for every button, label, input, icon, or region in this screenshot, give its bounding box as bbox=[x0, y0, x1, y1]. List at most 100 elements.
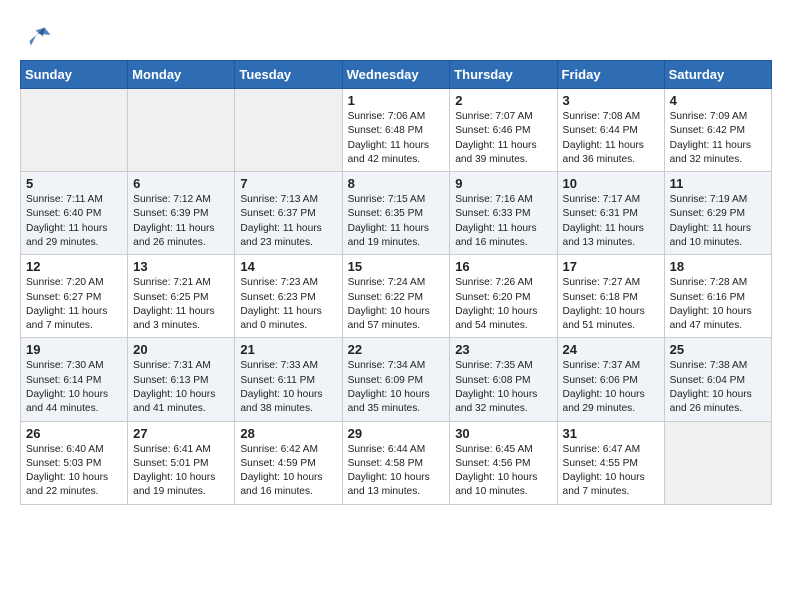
day-info: Sunrise: 7:17 AM Sunset: 6:31 PM Dayligh… bbox=[563, 193, 659, 250]
calendar-cell bbox=[21, 89, 128, 172]
day-number: 22 bbox=[348, 342, 445, 357]
day-number: 13 bbox=[133, 259, 229, 274]
calendar-cell: 7 Sunrise: 7:13 AM Sunset: 6:37 PM Daylig… bbox=[235, 172, 342, 255]
calendar-cell: 22 Sunrise: 7:34 AM Sunset: 6:09 PM Dayli… bbox=[342, 338, 450, 421]
column-header-thursday: Thursday bbox=[450, 61, 557, 89]
calendar-cell: 10 Sunrise: 7:17 AM Sunset: 6:31 PM Dayli… bbox=[557, 172, 664, 255]
calendar-cell bbox=[664, 421, 771, 504]
calendar-cell: 18 Sunrise: 7:28 AM Sunset: 6:16 PM Dayli… bbox=[664, 255, 771, 338]
day-info: Sunrise: 7:34 AM Sunset: 6:09 PM Dayligh… bbox=[348, 359, 445, 416]
calendar-cell: 16 Sunrise: 7:26 AM Sunset: 6:20 PM Dayli… bbox=[450, 255, 557, 338]
day-number: 25 bbox=[670, 342, 766, 357]
day-info: Sunrise: 7:12 AM Sunset: 6:39 PM Dayligh… bbox=[133, 193, 229, 250]
day-number: 10 bbox=[563, 176, 659, 191]
day-number: 20 bbox=[133, 342, 229, 357]
day-number: 7 bbox=[240, 176, 336, 191]
day-info: Sunrise: 7:26 AM Sunset: 6:20 PM Dayligh… bbox=[455, 276, 551, 333]
calendar-week-row: 12 Sunrise: 7:20 AM Sunset: 6:27 PM Dayli… bbox=[21, 255, 772, 338]
calendar-cell: 24 Sunrise: 7:37 AM Sunset: 6:06 PM Dayli… bbox=[557, 338, 664, 421]
day-info: Sunrise: 7:37 AM Sunset: 6:06 PM Dayligh… bbox=[563, 359, 659, 416]
calendar-cell: 2 Sunrise: 7:07 AM Sunset: 6:46 PM Daylig… bbox=[450, 89, 557, 172]
day-number: 3 bbox=[563, 93, 659, 108]
calendar-cell bbox=[235, 89, 342, 172]
calendar-cell: 14 Sunrise: 7:23 AM Sunset: 6:23 PM Dayli… bbox=[235, 255, 342, 338]
day-number: 4 bbox=[670, 93, 766, 108]
day-info: Sunrise: 7:24 AM Sunset: 6:22 PM Dayligh… bbox=[348, 276, 445, 333]
calendar-cell: 21 Sunrise: 7:33 AM Sunset: 6:11 PM Dayli… bbox=[235, 338, 342, 421]
day-info: Sunrise: 7:33 AM Sunset: 6:11 PM Dayligh… bbox=[240, 359, 336, 416]
calendar-cell: 30 Sunrise: 6:45 AM Sunset: 4:56 PM Dayli… bbox=[450, 421, 557, 504]
day-info: Sunrise: 6:41 AM Sunset: 5:01 PM Dayligh… bbox=[133, 443, 229, 500]
calendar-cell: 17 Sunrise: 7:27 AM Sunset: 6:18 PM Dayli… bbox=[557, 255, 664, 338]
column-header-sunday: Sunday bbox=[21, 61, 128, 89]
calendar-cell: 26Sunrise: 6:40 AM Sunset: 5:03 PM Dayli… bbox=[21, 421, 128, 504]
day-info: Sunrise: 7:23 AM Sunset: 6:23 PM Dayligh… bbox=[240, 276, 336, 333]
calendar-cell: 15Sunrise: 7:24 AM Sunset: 6:22 PM Dayli… bbox=[342, 255, 450, 338]
calendar-cell: 19 Sunrise: 7:30 AM Sunset: 6:14 PM Dayli… bbox=[21, 338, 128, 421]
day-number: 24 bbox=[563, 342, 659, 357]
day-number: 26 bbox=[26, 426, 122, 441]
day-number: 5 bbox=[26, 176, 122, 191]
day-info: Sunrise: 7:31 AM Sunset: 6:13 PM Dayligh… bbox=[133, 359, 229, 416]
day-info: Sunrise: 7:13 AM Sunset: 6:37 PM Dayligh… bbox=[240, 193, 336, 250]
calendar-cell: 31 Sunrise: 6:47 AM Sunset: 4:55 PM Dayli… bbox=[557, 421, 664, 504]
day-number: 8 bbox=[348, 176, 445, 191]
calendar-cell: 6 Sunrise: 7:12 AM Sunset: 6:39 PM Daylig… bbox=[128, 172, 235, 255]
calendar-week-row: 19 Sunrise: 7:30 AM Sunset: 6:14 PM Dayli… bbox=[21, 338, 772, 421]
day-info: Sunrise: 7:28 AM Sunset: 6:16 PM Dayligh… bbox=[670, 276, 766, 333]
day-info: Sunrise: 7:19 AM Sunset: 6:29 PM Dayligh… bbox=[670, 193, 766, 250]
day-info: Sunrise: 7:35 AM Sunset: 6:08 PM Dayligh… bbox=[455, 359, 551, 416]
calendar-table: SundayMondayTuesdayWednesdayThursdayFrid… bbox=[20, 60, 772, 505]
day-number: 31 bbox=[563, 426, 659, 441]
calendar-cell: 25 Sunrise: 7:38 AM Sunset: 6:04 PM Dayli… bbox=[664, 338, 771, 421]
day-number: 21 bbox=[240, 342, 336, 357]
column-header-friday: Friday bbox=[557, 61, 664, 89]
day-number: 6 bbox=[133, 176, 229, 191]
calendar-cell: 28 Sunrise: 6:42 AM Sunset: 4:59 PM Dayli… bbox=[235, 421, 342, 504]
day-number: 16 bbox=[455, 259, 551, 274]
calendar-cell: 23 Sunrise: 7:35 AM Sunset: 6:08 PM Dayli… bbox=[450, 338, 557, 421]
day-info: Sunrise: 7:30 AM Sunset: 6:14 PM Dayligh… bbox=[26, 359, 122, 416]
day-number: 12 bbox=[26, 259, 122, 274]
calendar-cell: 11Sunrise: 7:19 AM Sunset: 6:29 PM Dayli… bbox=[664, 172, 771, 255]
page-header bbox=[20, 20, 772, 50]
day-number: 18 bbox=[670, 259, 766, 274]
day-number: 23 bbox=[455, 342, 551, 357]
calendar-week-row: 5Sunrise: 7:11 AM Sunset: 6:40 PM Daylig… bbox=[21, 172, 772, 255]
calendar-cell: 3Sunrise: 7:08 AM Sunset: 6:44 PM Daylig… bbox=[557, 89, 664, 172]
day-info: Sunrise: 7:38 AM Sunset: 6:04 PM Dayligh… bbox=[670, 359, 766, 416]
calendar-week-row: 26Sunrise: 6:40 AM Sunset: 5:03 PM Dayli… bbox=[21, 421, 772, 504]
day-info: Sunrise: 6:42 AM Sunset: 4:59 PM Dayligh… bbox=[240, 443, 336, 500]
day-number: 14 bbox=[240, 259, 336, 274]
calendar-cell: 8Sunrise: 7:15 AM Sunset: 6:35 PM Daylig… bbox=[342, 172, 450, 255]
column-header-monday: Monday bbox=[128, 61, 235, 89]
calendar-cell: 20 Sunrise: 7:31 AM Sunset: 6:13 PM Dayli… bbox=[128, 338, 235, 421]
calendar-cell: 9Sunrise: 7:16 AM Sunset: 6:33 PM Daylig… bbox=[450, 172, 557, 255]
day-number: 27 bbox=[133, 426, 229, 441]
column-header-wednesday: Wednesday bbox=[342, 61, 450, 89]
day-info: Sunrise: 7:07 AM Sunset: 6:46 PM Dayligh… bbox=[455, 110, 551, 167]
day-info: Sunrise: 6:44 AM Sunset: 4:58 PM Dayligh… bbox=[348, 443, 445, 500]
day-info: Sunrise: 7:09 AM Sunset: 6:42 PM Dayligh… bbox=[670, 110, 766, 167]
day-number: 1 bbox=[348, 93, 445, 108]
day-info: Sunrise: 6:47 AM Sunset: 4:55 PM Dayligh… bbox=[563, 443, 659, 500]
day-number: 29 bbox=[348, 426, 445, 441]
day-number: 2 bbox=[455, 93, 551, 108]
day-number: 9 bbox=[455, 176, 551, 191]
calendar-cell bbox=[128, 89, 235, 172]
calendar-cell: 1 Sunrise: 7:06 AM Sunset: 6:48 PM Daylig… bbox=[342, 89, 450, 172]
calendar-cell: 4 Sunrise: 7:09 AM Sunset: 6:42 PM Daylig… bbox=[664, 89, 771, 172]
day-info: Sunrise: 7:27 AM Sunset: 6:18 PM Dayligh… bbox=[563, 276, 659, 333]
calendar-week-row: 1 Sunrise: 7:06 AM Sunset: 6:48 PM Daylig… bbox=[21, 89, 772, 172]
day-number: 19 bbox=[26, 342, 122, 357]
day-number: 17 bbox=[563, 259, 659, 274]
day-number: 30 bbox=[455, 426, 551, 441]
logo-bird-icon bbox=[22, 20, 52, 50]
logo bbox=[20, 20, 52, 50]
day-info: Sunrise: 6:45 AM Sunset: 4:56 PM Dayligh… bbox=[455, 443, 551, 500]
calendar-cell: 27 Sunrise: 6:41 AM Sunset: 5:01 PM Dayli… bbox=[128, 421, 235, 504]
day-info: Sunrise: 7:20 AM Sunset: 6:27 PM Dayligh… bbox=[26, 276, 122, 333]
day-number: 28 bbox=[240, 426, 336, 441]
calendar-cell: 29 Sunrise: 6:44 AM Sunset: 4:58 PM Dayli… bbox=[342, 421, 450, 504]
day-info: Sunrise: 7:06 AM Sunset: 6:48 PM Dayligh… bbox=[348, 110, 445, 167]
